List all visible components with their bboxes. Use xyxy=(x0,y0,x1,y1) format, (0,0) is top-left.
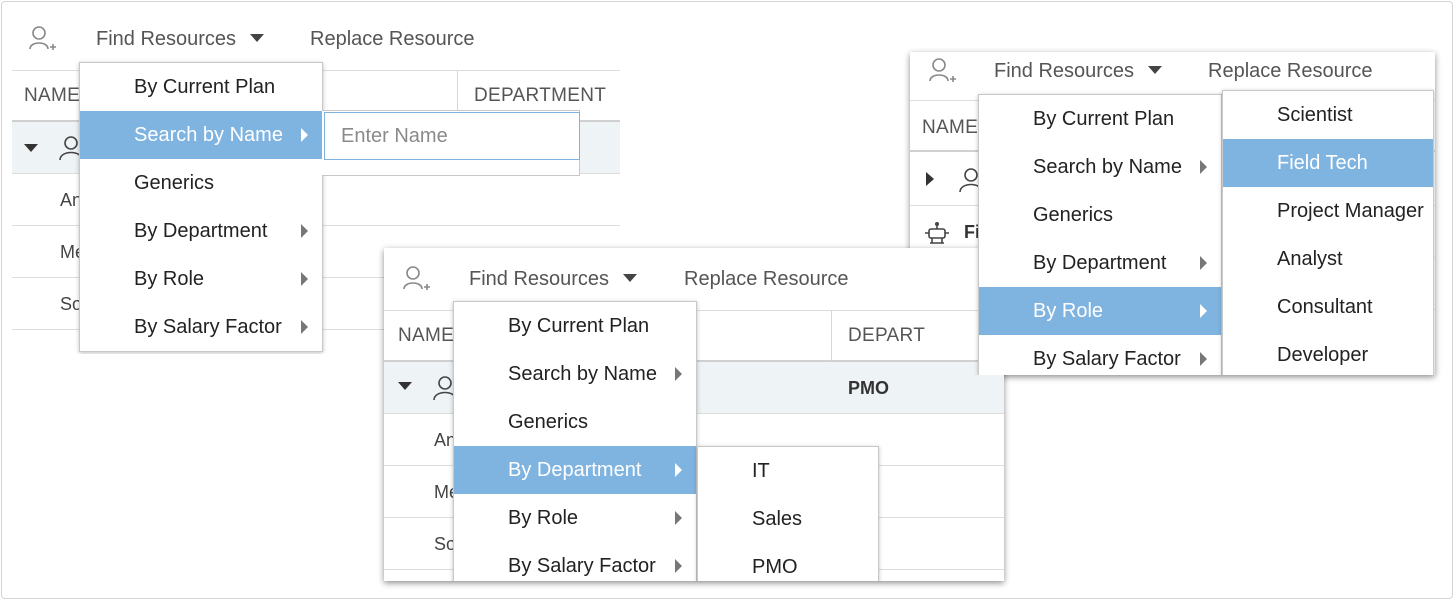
department-option[interactable]: Sales xyxy=(698,495,878,543)
role-option[interactable]: Analyst xyxy=(1223,235,1433,283)
menu-item-label: Search by Name xyxy=(508,363,657,385)
chevron-right-icon xyxy=(301,272,308,286)
caret-down-icon xyxy=(623,273,638,282)
toolbar: Find Resources Replace Resource xyxy=(384,248,1004,306)
menu-item-label: By Department xyxy=(508,459,642,481)
column-header-name[interactable]: NAME xyxy=(398,311,454,361)
replace-resource-button[interactable]: Replace Resource xyxy=(310,28,475,51)
chevron-right-icon xyxy=(1200,160,1207,174)
robot-icon xyxy=(925,222,949,244)
collapse-icon[interactable] xyxy=(24,144,38,152)
menu-item-by-role[interactable]: By Role xyxy=(979,287,1221,335)
collapse-icon[interactable] xyxy=(398,382,412,390)
menu-item-label: By Current Plan xyxy=(508,315,650,337)
role-submenu: Scientist Field Tech Project Manager Ana… xyxy=(1222,90,1434,375)
chevron-right-icon xyxy=(675,367,682,381)
find-resources-button[interactable]: Find Resources xyxy=(994,60,1163,83)
menu-item-search-by-name[interactable]: Search by Name xyxy=(979,143,1221,191)
menu-item-by-department[interactable]: By Department xyxy=(454,446,696,494)
chevron-right-icon xyxy=(1200,304,1207,318)
column-header-name[interactable]: NAME xyxy=(24,71,80,121)
department-submenu: IT Sales PMO xyxy=(697,446,879,581)
menu-item-label: Search by Name xyxy=(1033,156,1182,178)
expand-icon[interactable] xyxy=(926,172,934,186)
find-resources-label: Find Resources xyxy=(469,268,610,290)
role-option[interactable]: Field Tech xyxy=(1223,139,1433,187)
menu-item-label: Generics xyxy=(1033,204,1114,226)
panel-by-role: Find Resources Replace Resource NAME Fi xyxy=(910,52,1435,375)
toolbar: Find Resources Replace Resource xyxy=(2,2,620,60)
department-cell: PMO xyxy=(848,378,890,398)
role-option[interactable]: Project Manager xyxy=(1223,187,1433,235)
menu-item-search-by-name[interactable]: Search by Name xyxy=(454,350,696,398)
menu-item-by-current-plan[interactable]: By Current Plan xyxy=(979,95,1221,143)
add-user-icon[interactable] xyxy=(402,264,432,294)
find-resources-menu: By Current Plan Search by Name Generics … xyxy=(453,301,697,581)
column-divider[interactable] xyxy=(831,311,832,361)
menu-item-by-department[interactable]: By Department xyxy=(80,207,322,255)
menu-item-by-role[interactable]: By Role xyxy=(454,494,696,542)
menu-item-label: By Salary Factor xyxy=(134,316,282,338)
find-resources-button[interactable]: Find Resources xyxy=(96,28,265,51)
chevron-right-icon xyxy=(1200,352,1207,366)
panel-by-department: Find Resources Replace Resource NAME DEP… xyxy=(384,248,1004,581)
menu-item-by-current-plan[interactable]: By Current Plan xyxy=(80,63,322,111)
column-header-department[interactable]: DEPART xyxy=(848,311,925,361)
menu-item-generics[interactable]: Generics xyxy=(979,191,1221,239)
menu-item-search-by-name[interactable]: Search by Name xyxy=(80,111,322,159)
chevron-right-icon xyxy=(675,511,682,525)
menu-item-by-department[interactable]: By Department xyxy=(979,239,1221,287)
menu-item-label: Search by Name xyxy=(134,124,283,146)
menu-item-label: By Role xyxy=(508,507,579,529)
find-resources-label: Find Resources xyxy=(96,28,237,50)
menu-item-label: By Salary Factor xyxy=(1033,348,1181,370)
replace-resource-button[interactable]: Replace Resource xyxy=(684,268,849,291)
chevron-right-icon xyxy=(675,463,682,477)
menu-item-generics[interactable]: Generics xyxy=(454,398,696,446)
search-name-input[interactable] xyxy=(324,112,580,160)
replace-resource-button[interactable]: Replace Resource xyxy=(1208,60,1373,83)
menu-item-label: By Current Plan xyxy=(1033,108,1175,130)
menu-item-generics[interactable]: Generics xyxy=(80,159,322,207)
role-option[interactable]: Scientist xyxy=(1223,91,1433,139)
chevron-right-icon xyxy=(1200,256,1207,270)
menu-item-label: By Current Plan xyxy=(134,76,276,98)
add-user-icon[interactable] xyxy=(28,24,58,54)
menu-item-label: By Role xyxy=(1033,300,1104,322)
role-option[interactable]: Consultant xyxy=(1223,283,1433,331)
role-option[interactable]: Developer xyxy=(1223,331,1433,375)
find-resources-button[interactable]: Find Resources xyxy=(469,268,638,291)
chevron-right-icon xyxy=(301,224,308,238)
find-resources-label: Find Resources xyxy=(994,60,1135,82)
department-option[interactable]: IT xyxy=(698,447,878,495)
menu-item-label: By Department xyxy=(134,220,268,242)
chevron-right-icon xyxy=(675,559,682,573)
menu-item-by-current-plan[interactable]: By Current Plan xyxy=(454,302,696,350)
screenshot-frame: Find Resources Replace Resource NAME DEP… xyxy=(1,1,1453,599)
add-user-icon[interactable] xyxy=(928,56,958,86)
menu-item-label: Generics xyxy=(508,411,589,433)
column-header-name[interactable]: NAME xyxy=(922,103,978,153)
chevron-right-icon xyxy=(301,128,308,142)
caret-down-icon xyxy=(1148,65,1163,74)
menu-item-by-salary-factor[interactable]: By Salary Factor xyxy=(80,303,322,351)
find-resources-menu: By Current Plan Search by Name Generics … xyxy=(978,94,1222,375)
menu-item-label: Generics xyxy=(134,172,215,194)
menu-item-by-role[interactable]: By Role xyxy=(80,255,322,303)
find-resources-menu: By Current Plan Search by Name Generics … xyxy=(79,62,323,352)
department-option[interactable]: PMO xyxy=(698,543,878,581)
menu-item-by-salary-factor[interactable]: By Salary Factor xyxy=(979,335,1221,375)
menu-item-label: By Role xyxy=(134,268,205,290)
menu-item-label: By Salary Factor xyxy=(508,555,656,577)
menu-item-label: By Department xyxy=(1033,252,1167,274)
menu-item-by-salary-factor[interactable]: By Salary Factor xyxy=(454,542,696,581)
caret-down-icon xyxy=(250,33,265,42)
chevron-right-icon xyxy=(301,320,308,334)
